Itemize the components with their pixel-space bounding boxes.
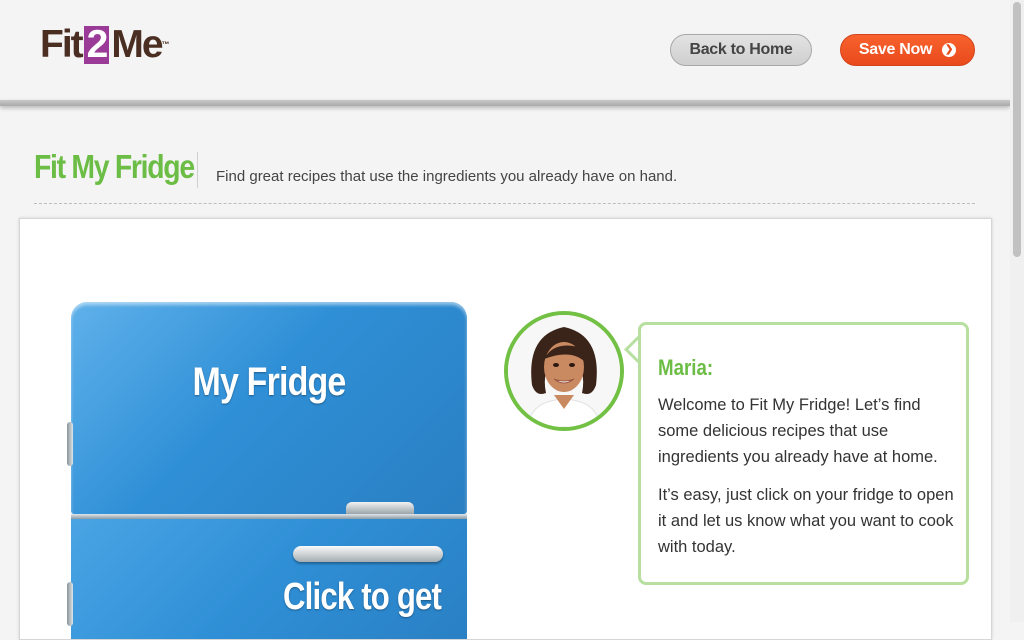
- logo-text-fit: Fit: [40, 23, 84, 66]
- fridge-cta: Click to get: [283, 576, 442, 618]
- speaker-name: Maria:: [658, 355, 714, 380]
- back-to-home-button[interactable]: Back to Home: [670, 34, 812, 66]
- scrollbar-thumb[interactable]: [1013, 2, 1021, 257]
- fridge-button[interactable]: My Fridge Click to get: [67, 302, 467, 639]
- logo-text-2: 2: [83, 25, 110, 64]
- chevron-right-circle-icon: ❯: [942, 43, 957, 57]
- fridge-door-handle: [293, 546, 443, 562]
- fridge-hinge: [67, 582, 73, 626]
- logo-text-me: Me: [111, 23, 163, 66]
- page-title: Fit My Fridge: [34, 148, 195, 185]
- fridge-freezer-door[interactable]: [71, 302, 467, 514]
- chat-message: Welcome to Fit My Fridge! Let’s find som…: [658, 396, 938, 466]
- fridge-freezer-handle: [346, 502, 414, 514]
- fridge-label: My Fridge: [192, 360, 347, 404]
- person-portrait-icon: [508, 315, 620, 427]
- header-divider: [0, 100, 1010, 106]
- title-divider: [197, 152, 198, 188]
- logo-trademark: ™: [161, 40, 170, 49]
- page-scrollbar[interactable]: [1010, 0, 1024, 622]
- site-header: Fit 2 Me™ Back to Home Save Now ❯: [0, 0, 1010, 100]
- dashed-divider: [34, 203, 975, 204]
- save-now-label: Save Now: [858, 41, 933, 58]
- fridge-hinge: [67, 422, 73, 466]
- chat-message: It’s easy, just click on your fridge to …: [658, 486, 954, 556]
- speech-bubble: Maria: Welcome to Fit My Fridge! Let’s f…: [638, 322, 969, 585]
- fit2me-logo[interactable]: Fit 2 Me™: [40, 22, 170, 68]
- maria-avatar: [504, 311, 624, 431]
- page-subtitle: Find great recipes that use the ingredie…: [216, 168, 678, 185]
- back-to-home-label: Back to Home: [689, 41, 793, 58]
- save-now-button[interactable]: Save Now ❯: [840, 34, 975, 66]
